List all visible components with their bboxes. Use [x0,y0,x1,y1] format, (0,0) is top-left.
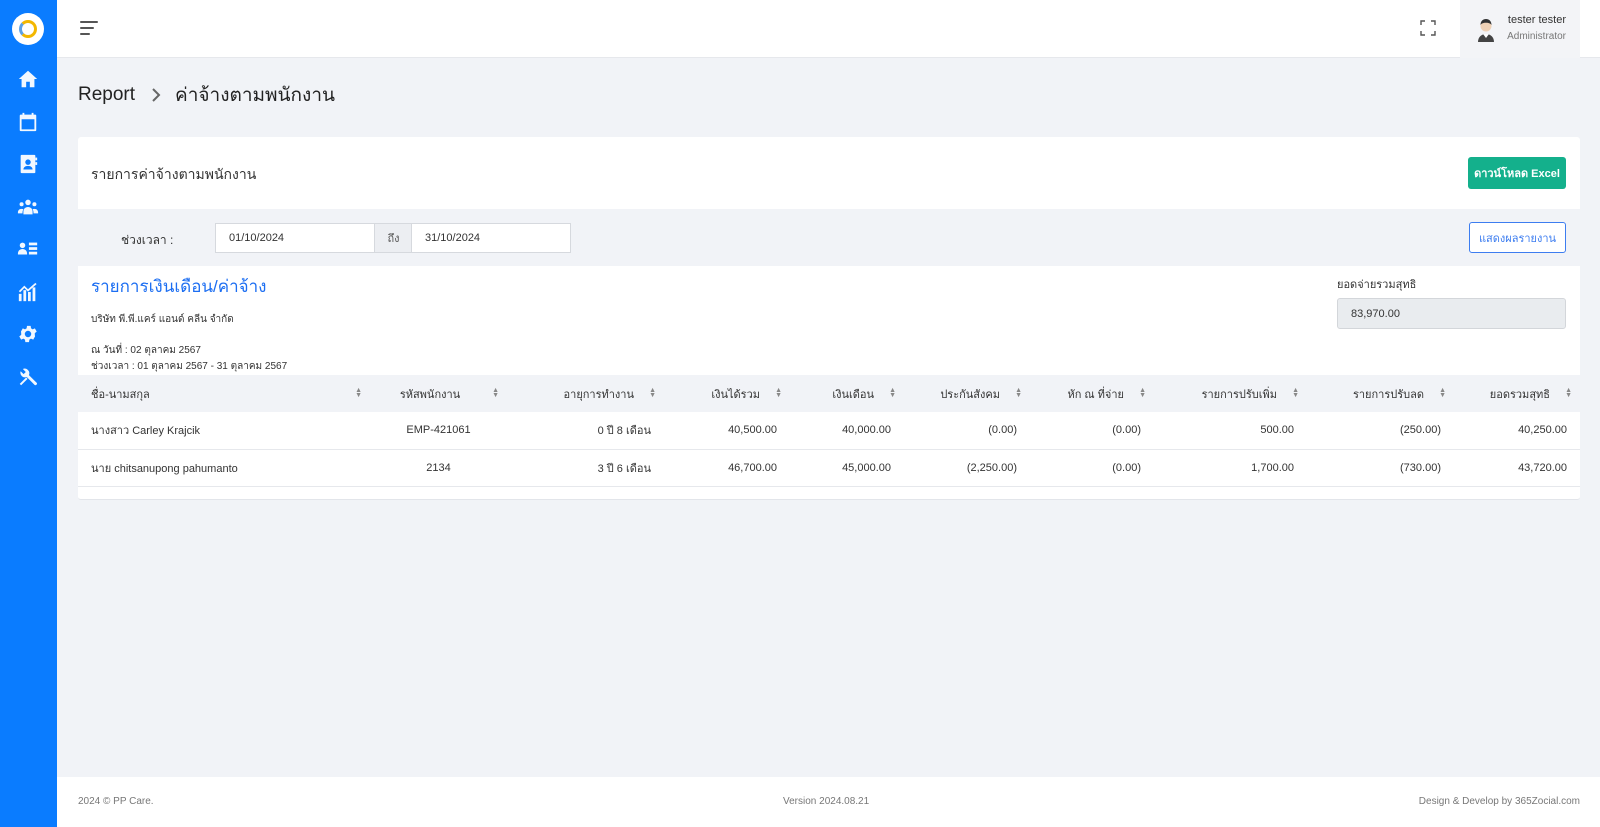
cell-gross-income: 40,500.00 [664,412,790,450]
user-name: tester tester [1507,14,1566,26]
sort-icon: ▲ ▼ [649,387,656,399]
sort-icon: ▲ ▼ [775,387,782,399]
column-header[interactable]: ยอดรวมสุทธิ ▲ ▼ [1454,375,1580,412]
sort-icon: ▲ ▼ [1015,387,1022,399]
topbar: tester tester Administrator [57,0,1600,58]
sort-icon: ▲ ▼ [1139,387,1146,399]
avatar [1478,19,1494,42]
column-header[interactable]: รหัสพนักงาน ▲ ▼ [370,375,507,412]
column-header[interactable]: เงินเดือน ▲ ▼ [790,375,904,412]
net-total-label: ยอดจ่ายรวมสุทธิ [1337,279,1417,291]
sort-icon: ▲ ▼ [1292,387,1299,399]
date-filter-bar: ช่วงเวลา : 01/10/2024 ถึง 31/10/2024 แสด… [78,209,1580,266]
home-icon[interactable] [16,67,40,91]
company-name: บริษัท พี.พี.แคร์ แอนด์ คลีน จำกัด [91,314,234,325]
column-header[interactable]: รายการปรับลด ▲ ▼ [1307,375,1454,412]
table-header-row: ชื่อ-นามสกุล ▲ ▼ รหัสพนักงาน ▲ ▼ อายุการทำงา… [78,375,1580,412]
column-header[interactable]: ประกันสังคม ▲ ▼ [904,375,1030,412]
sidebar: $ [0,0,57,827]
show-report-button[interactable]: แสดงผลรายงาน [1469,222,1566,253]
report-title: รายการเงินเดือน/ค่าจ้าง [91,277,267,296]
cell-deductions: (250.00) [1307,412,1454,450]
cell-employee-id: EMP-421061 [370,412,507,450]
chevron-right-icon [152,88,161,102]
cell-salary: 40,000.00 [790,412,904,450]
sort-icon: ▲ ▼ [889,387,896,399]
download-excel-button[interactable]: ดาวน์โหลด Excel [1468,157,1566,189]
payroll-table: ชื่อ-นามสกุล ▲ ▼ รหัสพนักงาน ▲ ▼ อายุการทำงา… [78,375,1580,487]
payroll-calendar-icon[interactable]: $ [16,110,40,134]
cell-net-total: 40,250.00 [1454,412,1580,450]
cell-social-security: (2,250.00) [904,449,1030,487]
start-date-input[interactable]: 01/10/2024 [215,223,375,253]
cell-withholding-tax: (0.00) [1030,449,1154,487]
date-range-separator: ถึง [375,223,412,253]
employee-list-icon[interactable] [16,237,40,261]
cell-employee-id: 2134 [370,449,507,487]
cell-gross-income: 46,700.00 [664,449,790,487]
column-header[interactable]: เงินได้รวม ▲ ▼ [664,375,790,412]
report-period: ช่วงเวลา : 01 ตุลาคม 2567 - 31 ตุลาคม 25… [91,361,288,372]
table-row: นางสาว Carley Krajcik EMP-421061 0 ปี 8 … [78,412,1580,450]
cell-social-security: (0.00) [904,412,1030,450]
fullscreen-icon[interactable] [1420,20,1436,36]
cell-net-total: 43,720.00 [1454,449,1580,487]
column-header[interactable]: อายุการทำงาน ▲ ▼ [507,375,664,412]
cell-name: นาย chitsanupong pahumanto [78,449,370,487]
sort-icon: ▲ ▼ [355,387,362,399]
cell-additions: 500.00 [1154,412,1307,450]
user-role: Administrator [1507,31,1566,42]
column-header[interactable]: รายการปรับเพิ่ม ▲ ▼ [1154,375,1307,412]
footer-credit[interactable]: Design & Develop by 365Zocial.com [1419,796,1580,807]
sort-icon: ▲ ▼ [1565,387,1572,399]
contacts-icon[interactable] [16,152,40,176]
footer-copyright: 2024 © PP Care. [78,796,154,807]
settings-gear-icon[interactable] [16,322,40,346]
sort-icon: ▲ ▼ [492,387,499,399]
net-total-value: 83,970.00 [1337,298,1566,329]
table-row: นาย chitsanupong pahumanto 2134 3 ปี 6 เ… [78,449,1580,487]
breadcrumb-root[interactable]: Report [78,84,135,106]
column-header[interactable]: ชื่อ-นามสกุล ▲ ▼ [78,375,370,412]
card-title: รายการค่าจ้างตามพนักงาน [91,166,257,182]
cell-deductions: (730.00) [1307,449,1454,487]
column-header[interactable]: หัก ณ ที่จ่าย ▲ ▼ [1030,375,1154,412]
user-menu[interactable]: tester tester Administrator [1460,0,1580,58]
cell-name: นางสาว Carley Krajcik [78,412,370,450]
report-chart-icon[interactable] [16,280,40,304]
breadcrumb-current: ค่าจ้างตามพนักงาน [175,85,335,106]
cell-tenure: 3 ปี 6 เดือน [507,449,664,487]
footer-version: Version 2024.08.21 [783,796,870,807]
cell-salary: 45,000.00 [790,449,904,487]
breadcrumb: Report ค่าจ้างตามพนักงาน [78,80,335,110]
svg-text:$: $ [26,121,31,130]
cell-withholding-tax: (0.00) [1030,412,1154,450]
team-icon[interactable] [16,195,40,219]
footer: 2024 © PP Care. Version 2024.08.21 Desig… [57,777,1600,827]
report-card: รายการค่าจ้างตามพนักงาน ดาวน์โหลด Excel … [78,137,1580,500]
period-label: ช่วงเวลา : [121,233,174,247]
menu-toggle-icon[interactable] [80,21,98,35]
as-of-date: ณ วันที่ : 02 ตุลาคม 2567 [91,345,201,356]
cell-tenure: 0 ปี 8 เดือน [507,412,664,450]
tools-icon[interactable] [16,365,40,389]
cell-additions: 1,700.00 [1154,449,1307,487]
app-logo[interactable] [12,13,44,45]
sort-icon: ▲ ▼ [1439,387,1446,399]
end-date-input[interactable]: 31/10/2024 [411,223,571,253]
